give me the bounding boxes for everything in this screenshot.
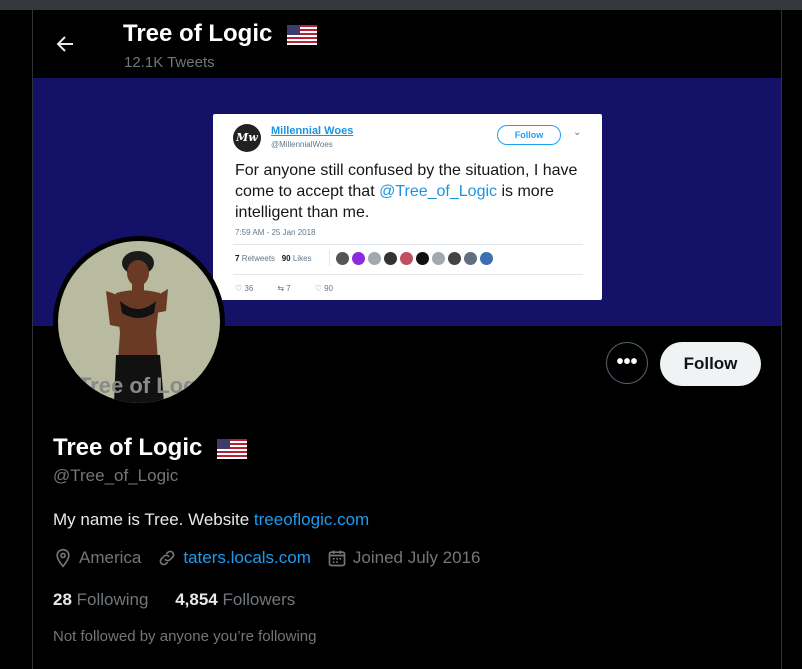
tweet-stats: 7 Retweets 90 Likes <box>235 254 312 263</box>
retweets-label: Retweets <box>241 254 276 263</box>
profile-avatar[interactable]: Tree of Logic <box>53 236 225 408</box>
tweet-timestamp: 7:59 AM - 25 Jan 2018 <box>235 228 316 237</box>
bio-link[interactable]: treeoflogic.com <box>254 510 369 529</box>
browser-top-strip <box>0 0 802 10</box>
tweet-author-name: Millennial Woes <box>271 125 354 137</box>
not-followed-notice: Not followed by anyone you’re following <box>53 628 317 645</box>
more-options-button[interactable]: ••• <box>606 342 648 384</box>
avatar-watermark: Tree of Logic <box>78 373 215 398</box>
website-link[interactable]: taters.locals.com <box>183 548 311 568</box>
liker-avatar <box>336 252 349 265</box>
retweet-action: ⇆ 7 <box>277 284 291 293</box>
back-arrow-icon[interactable] <box>53 32 77 56</box>
tweet-divider <box>233 274 583 275</box>
liker-avatar <box>384 252 397 265</box>
liker-avatar <box>416 252 429 265</box>
tweet-follow-button: Follow <box>497 125 561 145</box>
tweet-author-handle: @MillennialWoes <box>271 140 333 149</box>
liker-avatar <box>352 252 365 265</box>
us-flag-icon <box>287 24 318 45</box>
profile-header: Tree of Logic 12.1K Tweets <box>33 10 781 78</box>
like-action-count: 90 <box>324 284 334 293</box>
liker-avatar <box>368 252 381 265</box>
following-label: Following <box>76 590 149 609</box>
tweet-divider <box>233 244 583 245</box>
location-item: America <box>53 548 141 568</box>
link-icon <box>159 550 175 566</box>
retweets-count: 7 <box>235 254 240 263</box>
joined-item: Joined July 2016 <box>327 548 481 568</box>
bio-text: My name is Tree. Website <box>53 510 254 529</box>
profile-meta: America taters.locals.com Joined July 20… <box>53 548 497 568</box>
liker-avatars <box>329 250 493 266</box>
liker-avatar <box>480 252 493 265</box>
tweet-text: For anyone still confused by the situati… <box>235 160 585 223</box>
location-text: America <box>79 548 142 567</box>
reply-action: ♡︎ 36 <box>235 284 254 293</box>
us-flag-icon <box>217 438 248 459</box>
tweet-author-avatar: Mw <box>233 124 261 152</box>
followers-link[interactable]: 4,854 Followers <box>175 590 295 609</box>
calendar-icon <box>328 550 346 567</box>
liker-avatar <box>448 252 461 265</box>
liker-avatar <box>432 252 445 265</box>
followers-count: 4,854 <box>175 590 218 609</box>
tweet-actions: ♡︎ 36 ⇆ 7 ♡ 90 <box>235 284 333 293</box>
location-pin-icon <box>56 548 70 568</box>
website-item: taters.locals.com <box>157 548 311 568</box>
liker-avatar <box>400 252 413 265</box>
avatar-image: Tree of Logic <box>58 241 220 403</box>
header-title: Tree of Logic <box>123 20 318 48</box>
profile-column: Tree of Logic 12.1K Tweets Mw Millennial… <box>32 10 782 669</box>
follow-button[interactable]: Follow <box>660 342 761 386</box>
banner-tweet-card: Mw Millennial Woes @MillennialWoes Follo… <box>213 114 602 300</box>
chevron-down-icon: ⌄ <box>573 127 582 138</box>
header-tweet-count: 12.1K Tweets <box>124 54 215 71</box>
profile-display-name: Tree of Logic <box>53 434 203 461</box>
reply-count: 36 <box>244 284 254 293</box>
joined-text: Joined July 2016 <box>352 548 481 567</box>
following-link[interactable]: 28 Following <box>53 590 153 609</box>
retweet-action-count: 7 <box>286 284 291 293</box>
profile-handle: @Tree_of_Logic <box>53 466 179 485</box>
like-action: ♡ 90 <box>314 284 334 293</box>
likes-count: 90 <box>281 254 291 263</box>
followers-label: Followers <box>222 590 296 609</box>
follow-counts: 28 Following 4,854 Followers <box>53 590 317 610</box>
tweet-mention: @Tree_of_Logic <box>379 183 498 200</box>
header-name: Tree of Logic <box>123 20 273 47</box>
liker-avatar <box>464 252 477 265</box>
following-count: 28 <box>53 590 72 609</box>
likes-label: Likes <box>292 254 312 263</box>
profile-bio: My name is Tree. Website treeoflogic.com <box>53 510 369 530</box>
profile-name: Tree of Logic <box>53 434 248 462</box>
